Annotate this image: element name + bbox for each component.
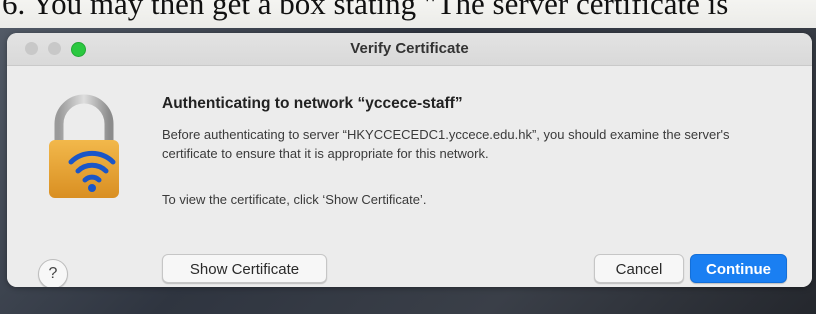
dialog-instruction: To view the certificate, click ‘Show Cer… — [162, 192, 427, 207]
cancel-button[interactable]: Cancel — [594, 254, 684, 283]
title-bar: Verify Certificate — [7, 33, 812, 66]
dialog-body: Authenticating to network “yccece-staff”… — [7, 66, 812, 287]
show-certificate-button[interactable]: Show Certificate — [162, 254, 327, 283]
help-button[interactable]: ? — [38, 259, 68, 287]
continue-button[interactable]: Continue — [690, 254, 787, 283]
window-title: Verify Certificate — [350, 40, 469, 57]
dialog-message: Before authenticating to server “HKYCCEC… — [162, 127, 730, 161]
document-caption: 6. You may then get a box stating "The s… — [2, 0, 729, 21]
dialog-heading: Authenticating to network “yccece-staff” — [162, 95, 463, 112]
lock-wifi-icon — [49, 94, 119, 198]
verify-certificate-dialog: Verify Certificate Authenticating to net… — [7, 33, 812, 287]
